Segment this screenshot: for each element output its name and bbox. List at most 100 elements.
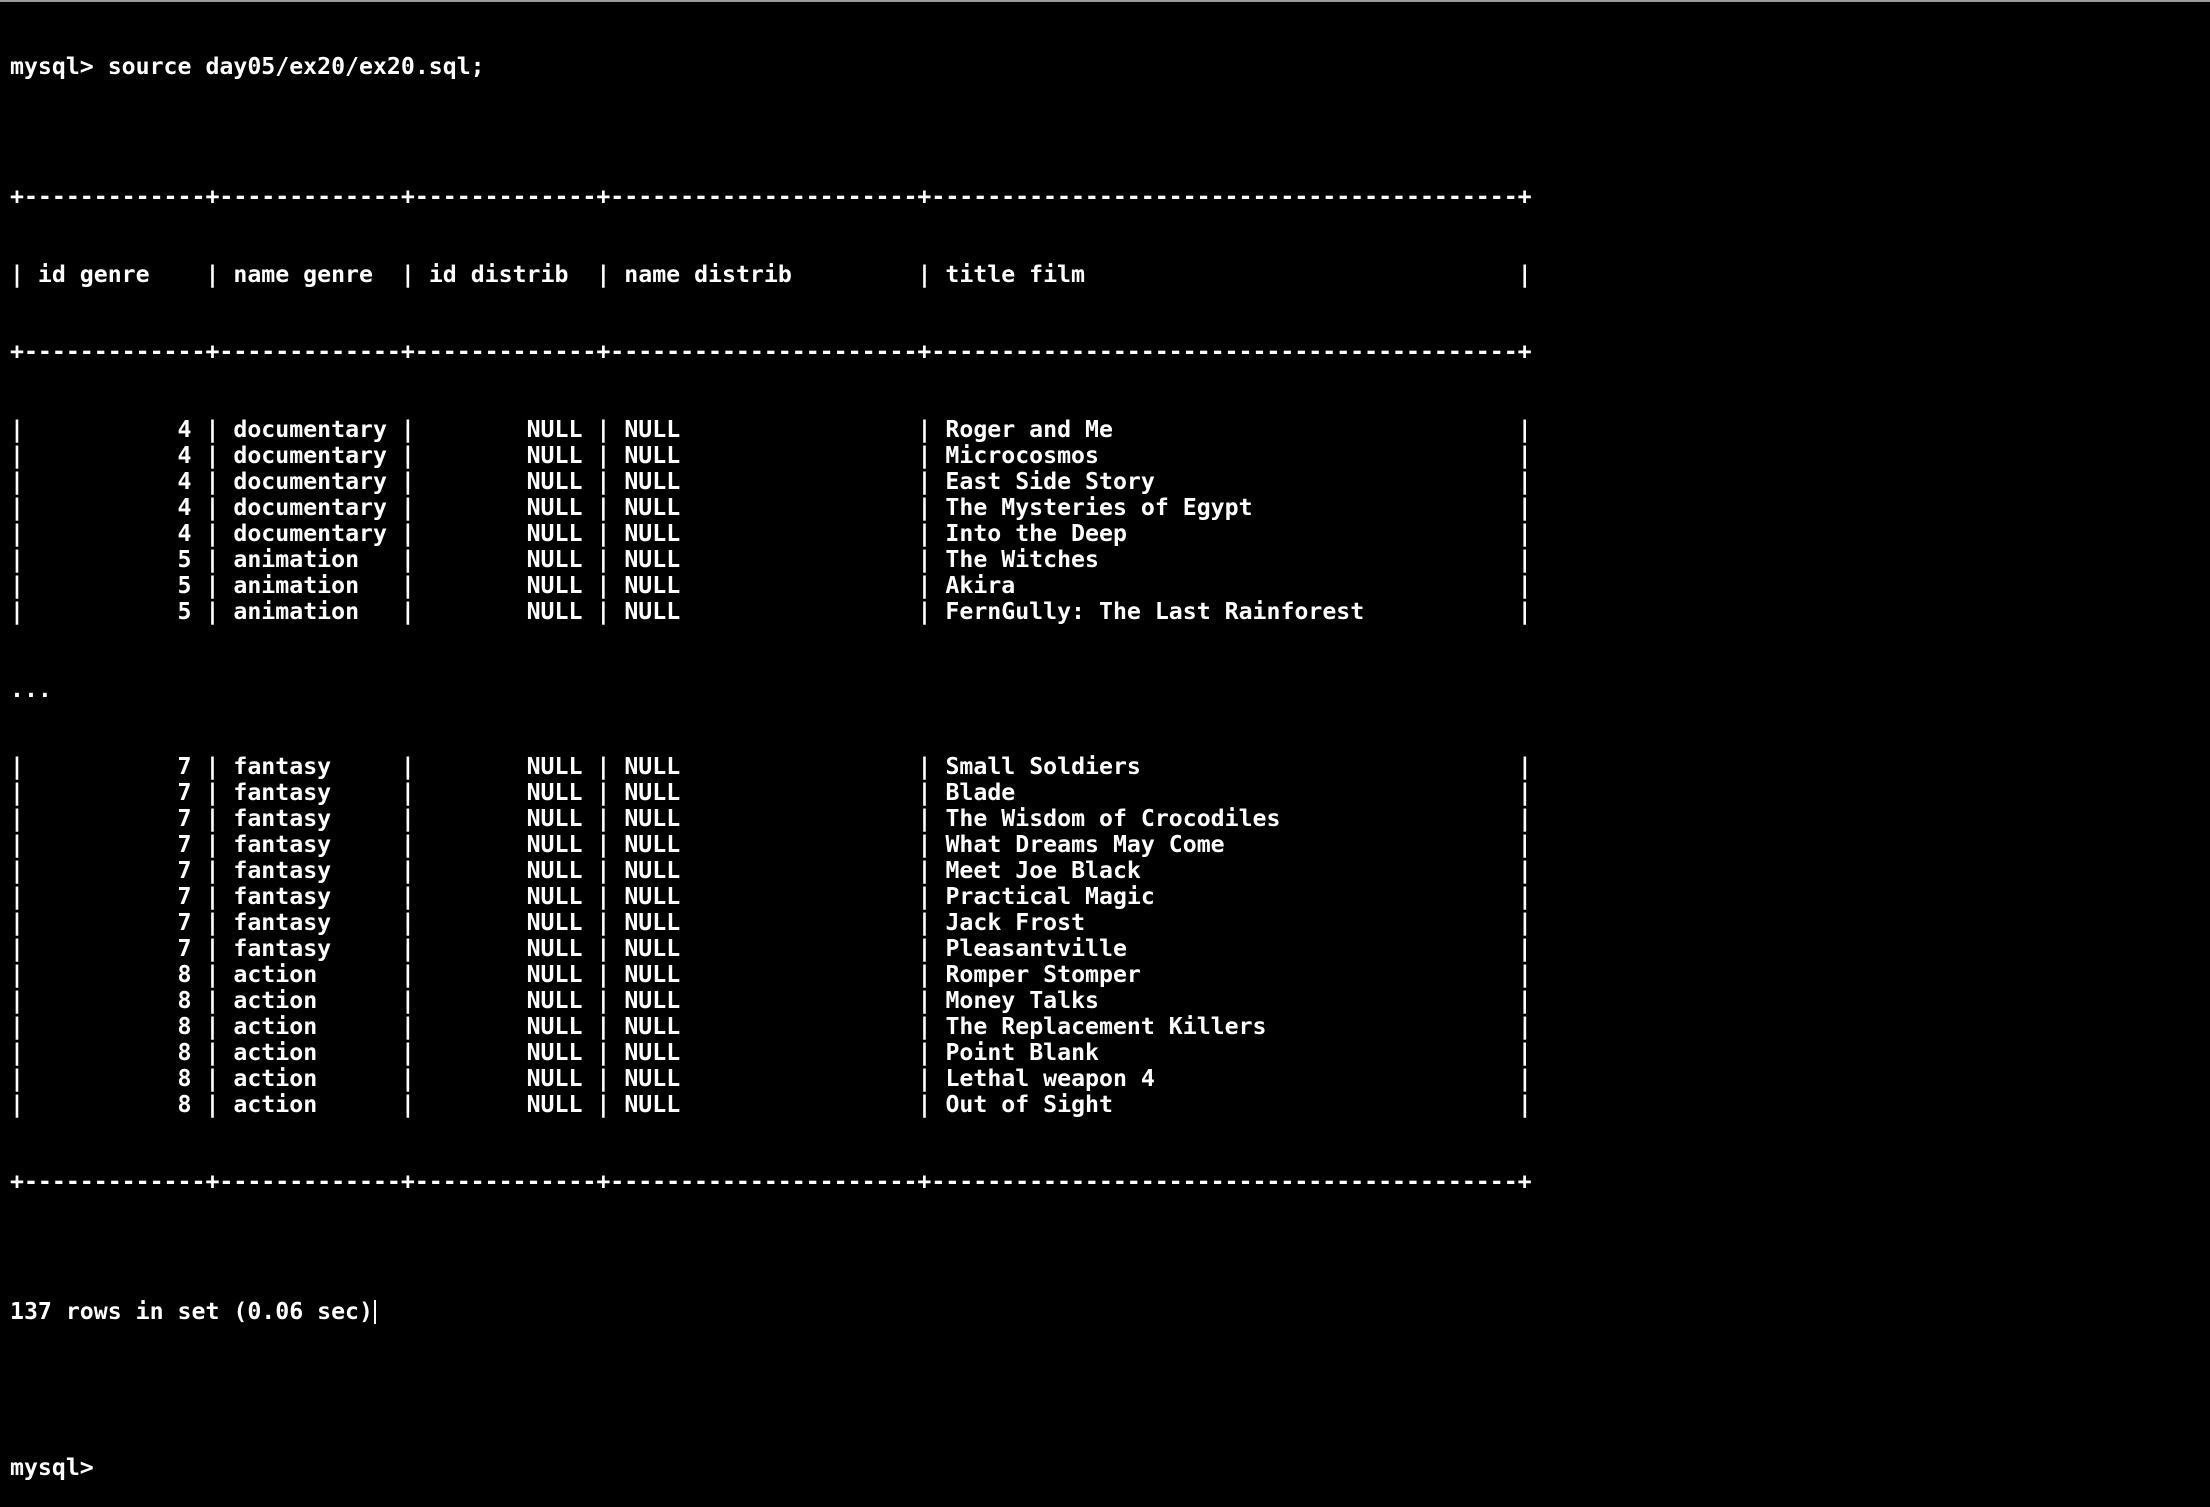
table-row: | 5 | animation | NULL | NULL | The Witc… [10,545,1532,573]
header-name-distrib: name distrib [624,260,792,288]
cell-name-genre: documentary [233,416,387,444]
cell-id-distrib: NULL [526,597,583,625]
table-header-row: | id genre | name genre | id distrib | n… [10,260,1532,288]
cell-name-genre: documentary [233,442,387,470]
table-row: | 8 | action | NULL | NULL | Romper Stom… [10,960,1532,988]
table-row: | 8 | action | NULL | NULL | The Replace… [10,1012,1532,1040]
cell-name-distrib: NULL [624,779,681,807]
cell-id-genre: 8 [177,1064,192,1092]
cell-title-film: Point Blank [945,1038,1099,1066]
cell-name-genre: documentary [233,494,387,521]
cell-id-distrib: NULL [526,416,583,444]
cell-name-distrib: NULL [624,960,681,988]
cell-id-genre: 4 [177,494,192,521]
cell-title-film: The Mysteries of Egypt [945,494,1253,521]
cell-id-distrib: NULL [526,545,583,573]
cell-name-distrib: NULL [624,1064,681,1092]
cell-name-genre: fantasy [233,805,332,833]
cell-name-distrib: NULL [624,571,681,599]
cell-id-genre: 7 [177,909,192,937]
result-table: +-------------+-------------+-----------… [10,132,2200,1248]
prompt-line[interactable]: mysql> [10,1454,2200,1481]
cell-id-genre: 5 [177,545,192,573]
cell-title-film: The Wisdom of Crocodiles [945,805,1281,833]
cell-id-distrib: NULL [526,909,583,937]
table-border-top: +-------------+-------------+-----------… [10,182,1532,210]
table-row: | 7 | fantasy | NULL | NULL | Jack Frost… [10,909,1532,937]
cell-title-film: Jack Frost [945,909,1086,937]
cell-id-distrib: NULL [526,1038,583,1066]
cell-name-distrib: NULL [624,1090,681,1118]
cell-name-distrib: NULL [624,935,681,962]
table-row: | 7 | fantasy | NULL | NULL | What Dream… [10,831,1532,859]
cell-id-distrib: NULL [526,986,583,1014]
cell-name-genre: action [233,1064,318,1092]
cell-name-distrib: NULL [624,468,681,496]
command-line: mysql> source day05/ex20/ex20.sql; [10,52,485,80]
cell-id-genre: 4 [177,416,192,444]
cell-name-genre: animation [233,545,360,573]
cell-name-genre: fantasy [233,857,332,885]
cell-name-genre: action [233,1012,318,1040]
cell-id-distrib: NULL [526,1090,583,1118]
cell-name-genre: fantasy [233,831,332,859]
cell-name-distrib: NULL [624,753,681,781]
cell-name-genre: fantasy [233,883,332,911]
cell-id-genre: 8 [177,1012,192,1040]
cell-id-distrib: NULL [526,779,583,807]
cell-name-distrib: NULL [624,1012,681,1040]
cell-id-genre: 7 [177,831,192,859]
table-row: | 4 | documentary | NULL | NULL | Microc… [10,442,1532,470]
table-row: | 7 | fantasy | NULL | NULL | Blade | [10,779,1532,807]
table-row: | 4 | documentary | NULL | NULL | East S… [10,468,1532,496]
cell-id-genre: 5 [177,571,192,599]
status-line: 137 rows in set (0.06 sec) [10,1299,2200,1325]
table-row: | 8 | action | NULL | NULL | Out of Sigh… [10,1090,1532,1118]
cell-id-genre: 8 [177,1090,192,1118]
cell-id-genre: 7 [177,883,192,911]
cell-title-film: Small Soldiers [945,753,1141,781]
cell-title-film: Into the Deep [945,519,1127,547]
cell-id-genre: 4 [177,442,192,470]
cell-id-genre: 7 [177,857,192,885]
cell-id-genre: 8 [177,986,192,1014]
cell-name-distrib: NULL [624,831,681,859]
cell-name-distrib: NULL [624,1038,681,1066]
table-row: | 4 | documentary | NULL | NULL | Into t… [10,519,1532,547]
cell-name-distrib: NULL [624,545,681,573]
cell-name-genre: fantasy [233,753,332,781]
cell-id-genre: 4 [177,468,192,496]
cell-title-film: Romper Stomper [945,960,1141,988]
cell-id-distrib: NULL [526,571,583,599]
cell-name-distrib: NULL [624,494,681,521]
cell-name-distrib: NULL [624,519,681,547]
cell-id-distrib: NULL [526,883,583,911]
cell-name-distrib: NULL [624,805,681,833]
text-cursor [373,1300,376,1325]
header-title-film: title film [945,260,1085,288]
cell-id-distrib: NULL [526,494,583,521]
table-row: | 5 | animation | NULL | NULL | FernGull… [10,597,1532,625]
table-row: | 5 | animation | NULL | NULL | Akira | [10,571,1532,599]
table-row: | 8 | action | NULL | NULL | Lethal weap… [10,1064,1532,1092]
cell-id-distrib: NULL [526,753,583,781]
table-row: | 8 | action | NULL | NULL | Point Blank… [10,1038,1532,1066]
cell-id-genre: 8 [177,960,192,988]
cell-name-genre: action [233,1038,318,1066]
cell-id-distrib: NULL [526,519,583,547]
cell-title-film: Out of Sight [945,1090,1113,1118]
table-row: | 4 | documentary | NULL | NULL | The My… [10,494,1532,521]
cell-name-distrib: NULL [624,909,681,937]
terminal-window[interactable]: mysql> source day05/ex20/ex20.sql; +----… [10,2,2200,1480]
cell-id-distrib: NULL [526,960,583,988]
cell-name-distrib: NULL [624,442,681,470]
cell-name-genre: fantasy [233,935,332,962]
cell-name-genre: animation [233,571,360,599]
cell-title-film: Meet Joe Black [945,857,1141,885]
table-row: | 7 | fantasy | NULL | NULL | Practical … [10,883,1532,911]
cell-title-film: The Witches [945,545,1099,573]
cell-id-distrib: NULL [526,442,583,470]
cell-title-film: Practical Magic [945,883,1155,911]
cell-title-film: Blade [945,779,1016,807]
